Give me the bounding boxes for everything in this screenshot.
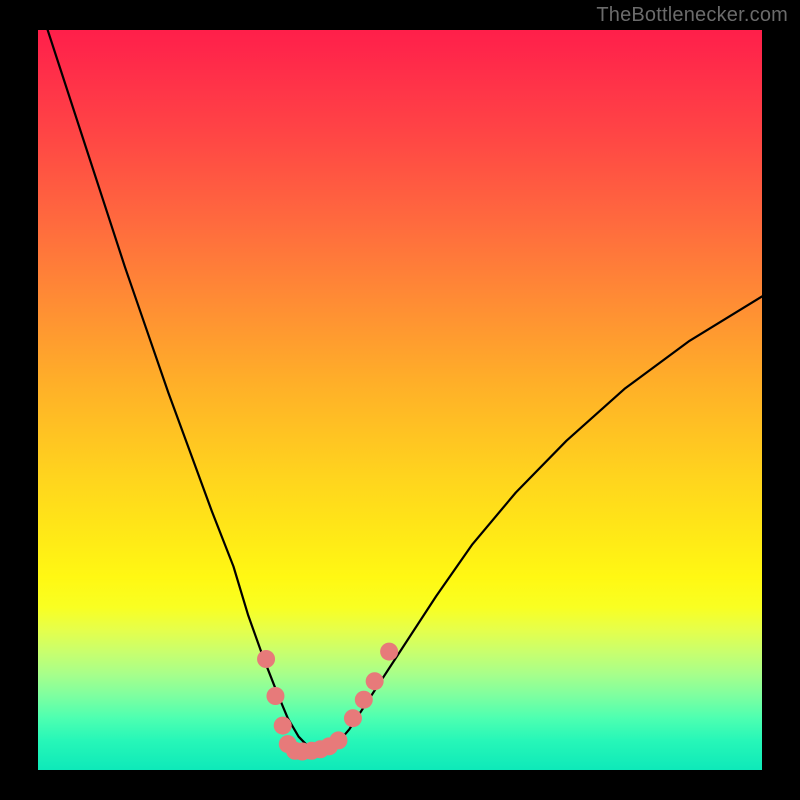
- marker-dot: [329, 731, 347, 749]
- marker-dot: [266, 687, 284, 705]
- marker-dot: [380, 643, 398, 661]
- marker-dot: [257, 650, 275, 668]
- marker-dot: [344, 709, 362, 727]
- sample-point-markers: [38, 30, 762, 770]
- marker-dot: [366, 672, 384, 690]
- watermark-text: TheBottlenecker.com: [596, 4, 788, 27]
- plot-area: [38, 30, 762, 770]
- chart-frame: TheBottlenecker.com: [0, 0, 800, 800]
- marker-dot: [355, 691, 373, 709]
- marker-dot: [274, 717, 292, 735]
